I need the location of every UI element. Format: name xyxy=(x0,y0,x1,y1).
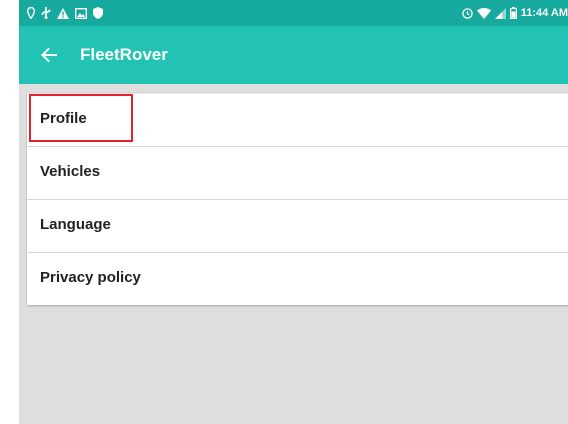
status-left-icons xyxy=(27,5,103,21)
page-title: FleetRover xyxy=(80,45,168,64)
image-icon xyxy=(75,7,87,19)
usb-icon xyxy=(41,7,51,19)
device-screen: 11:44 AM FleetRover Profile Vehicles Lan… xyxy=(19,0,568,424)
status-right-icons: 11:44 AM xyxy=(461,5,568,21)
location-icon xyxy=(27,7,35,19)
status-bar: 11:44 AM xyxy=(19,0,568,26)
wifi-icon xyxy=(476,7,491,19)
app-bar: FleetRover xyxy=(19,26,568,84)
arrow-left-icon[interactable] xyxy=(39,45,59,65)
status-time: 11:44 AM xyxy=(520,7,568,19)
menu-item-profile[interactable]: Profile xyxy=(27,94,568,147)
menu-item-label: Vehicles xyxy=(40,163,101,180)
battery-icon xyxy=(509,7,517,19)
alarm-icon xyxy=(461,7,473,19)
shield-icon xyxy=(93,7,103,19)
menu-item-label: Privacy policy xyxy=(40,269,141,286)
menu-item-language[interactable]: Language xyxy=(27,200,568,253)
menu-item-label: Language xyxy=(40,216,111,233)
signal-icon xyxy=(494,7,506,19)
menu-item-privacy-policy[interactable]: Privacy policy xyxy=(27,253,568,305)
warning-icon xyxy=(57,7,69,19)
menu-item-label: Profile xyxy=(40,110,87,127)
menu-list: Profile Vehicles Language Privacy policy xyxy=(27,93,568,305)
menu-item-vehicles[interactable]: Vehicles xyxy=(27,147,568,200)
